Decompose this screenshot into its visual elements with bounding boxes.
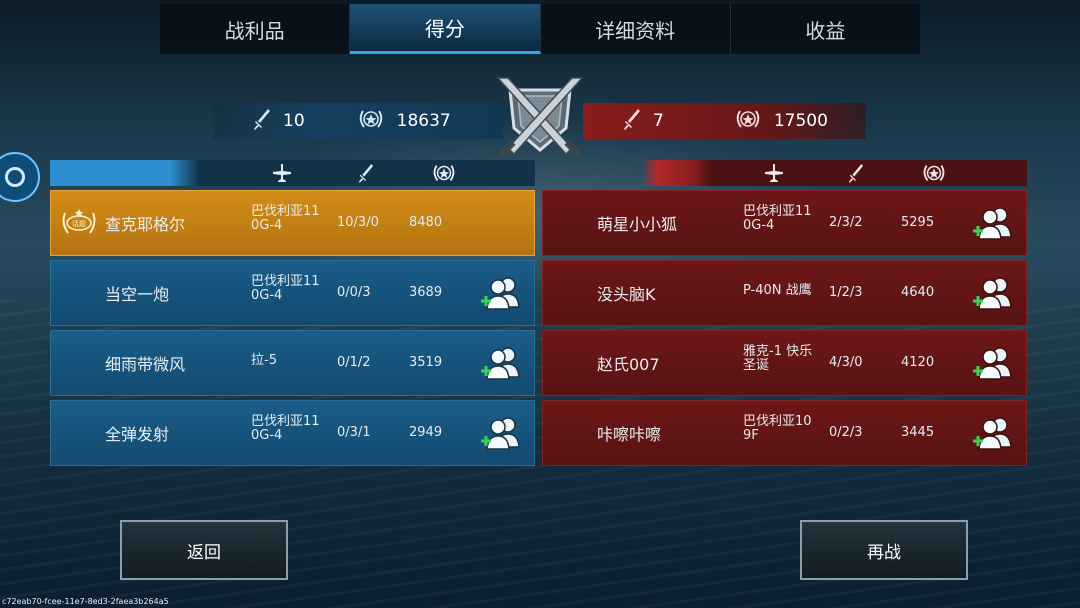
red-team-kills: 7 [653, 111, 664, 131]
back-button[interactable]: 返回 [120, 520, 288, 580]
player-plane: 拉-5 [251, 353, 277, 368]
tab-earnings[interactable]: 收益 [731, 4, 920, 54]
sword-icon [623, 108, 641, 135]
rematch-button[interactable]: 再战 [800, 520, 968, 580]
red-player-row[interactable]: 咔嚓咔嚓 巴伐利亚10 9F 0/2/3 3445 [542, 400, 1027, 466]
player-kda: 10/3/0 [337, 215, 379, 230]
player-plane: 巴伐利亚11 0G-4 [251, 414, 320, 443]
player-kda: 0/1/2 [337, 355, 371, 370]
player-plane: 巴伐利亚11 0G-4 [251, 274, 320, 303]
add-friend-icon[interactable] [971, 273, 1017, 313]
blue-player-row[interactable]: 当空一炮 巴伐利亚11 0G-4 0/0/3 3689 [50, 260, 535, 326]
player-points: 4640 [901, 285, 935, 300]
player-name: 没头脑K [597, 285, 656, 304]
player-kda: 0/2/3 [829, 425, 863, 440]
player-plane: 巴伐利亚11 0G-4 [743, 204, 812, 233]
red-player-row[interactable]: 没头脑K P-40N 战鹰 1/2/3 4640 [542, 260, 1027, 326]
blue-team-panel: 话题 查克耶格尔 巴伐利亚11 0G-4 10/3/0 8480 当空一炮 巴伐… [50, 160, 535, 466]
player-kda: 1/2/3 [829, 285, 863, 300]
tab-score[interactable]: 得分 [350, 4, 541, 54]
player-name: 全弹发射 [105, 425, 170, 444]
player-plane: 雅克-1 快乐圣诞 [743, 344, 813, 373]
player-plane: P-40N 战鹰 [743, 283, 812, 298]
player-points: 3445 [901, 425, 935, 440]
player-plane: 巴伐利亚11 0G-4 [251, 204, 320, 233]
build-id: c72eab70-fcee-11e7-8ed3-2faea3b264a5 [2, 597, 169, 606]
add-friend-icon[interactable] [971, 413, 1017, 453]
plane-icon [272, 163, 292, 187]
laurel-star-icon [357, 106, 385, 137]
blue-player-row[interactable]: 全弹发射 巴伐利亚11 0G-4 0/3/1 2949 [50, 400, 535, 466]
player-kda: 2/3/2 [829, 215, 863, 230]
tab-bar: 战利品 得分 详细资料 收益 [160, 4, 920, 54]
sword-icon [253, 108, 271, 135]
blue-team-score: 18637 [396, 111, 451, 131]
player-points: 3689 [409, 285, 443, 300]
blue-player-row[interactable]: 细雨带微风 拉-5 0/1/2 3519 [50, 330, 535, 396]
sword-icon [358, 163, 374, 187]
add-friend-icon[interactable] [971, 343, 1017, 383]
red-team-panel: 萌星小小狐 巴伐利亚11 0G-4 2/3/2 5295 没头脑K P-40N … [542, 160, 1027, 466]
add-friend-icon[interactable] [479, 413, 525, 453]
player-name: 赵氏007 [597, 355, 660, 374]
red-player-row[interactable]: 赵氏007 雅克-1 快乐圣诞 4/3/0 4120 [542, 330, 1027, 396]
red-player-row[interactable]: 萌星小小狐 巴伐利亚11 0G-4 2/3/2 5295 [542, 190, 1027, 256]
player-points: 5295 [901, 215, 935, 230]
add-friend-icon[interactable] [479, 273, 525, 313]
laurel-star-icon [734, 106, 762, 137]
red-team-header [542, 160, 1027, 186]
player-points: 3519 [409, 355, 443, 370]
add-friend-icon[interactable] [479, 343, 525, 383]
blue-team-header [50, 160, 535, 186]
player-name: 萌星小小狐 [597, 215, 678, 234]
player-points: 4120 [901, 355, 935, 370]
add-friend-icon[interactable] [971, 203, 1017, 243]
blue-player-row-self[interactable]: 话题 查克耶格尔 巴伐利亚11 0G-4 10/3/0 8480 [50, 190, 535, 256]
sword-icon [848, 163, 864, 187]
red-team-score: 17500 [773, 111, 828, 131]
crossed-swords-shield-icon [492, 76, 588, 162]
tab-details[interactable]: 详细资料 [541, 4, 731, 54]
laurel-star-icon [920, 161, 948, 189]
blue-team-score-bar: 10 18637 [213, 103, 503, 139]
player-kda: 0/0/3 [337, 285, 371, 300]
player-name: 当空一炮 [105, 285, 170, 304]
svg-text:话题: 话题 [72, 219, 86, 228]
player-name: 细雨带微风 [105, 355, 186, 374]
player-plane: 巴伐利亚10 9F [743, 414, 812, 443]
player-points: 8480 [409, 215, 443, 230]
plane-icon [764, 163, 784, 187]
player-kda: 0/3/1 [337, 425, 371, 440]
blue-team-kills: 10 [283, 111, 305, 131]
player-kda: 4/3/0 [829, 355, 863, 370]
red-team-score-bar: 7 17500 [583, 103, 866, 139]
medal-badge-icon: 话题 [59, 205, 99, 241]
ring-icon [5, 167, 25, 187]
player-points: 2949 [409, 425, 443, 440]
player-name: 咔嚓咔嚓 [597, 425, 662, 444]
side-menu-button[interactable] [0, 152, 40, 202]
tab-loot[interactable]: 战利品 [160, 4, 351, 54]
player-name: 查克耶格尔 [105, 215, 186, 234]
laurel-star-icon [430, 161, 458, 189]
